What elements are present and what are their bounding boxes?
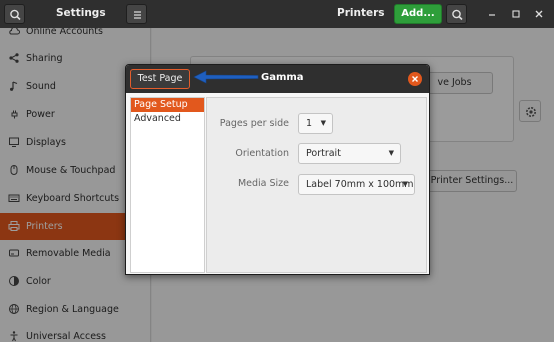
dialog-title: Gamma xyxy=(261,72,304,83)
chevron-down-icon: ▼ xyxy=(402,180,408,188)
test-page-button[interactable]: Test Page xyxy=(130,69,190,89)
printer-dialog: Test Page Gamma Page Setup Advanced Page… xyxy=(125,64,430,275)
close-window-button[interactable] xyxy=(531,6,547,22)
page-setup-panel: Pages per side 1 ▼ Orientation Portrait … xyxy=(206,97,427,273)
pages-per-side-value: 1 xyxy=(306,118,313,129)
menu-button[interactable] xyxy=(126,4,147,24)
search-icon xyxy=(10,9,21,21)
chevron-down-icon: ▼ xyxy=(320,119,326,127)
close-icon xyxy=(535,10,543,18)
nav-item-page-setup[interactable]: Page Setup xyxy=(131,98,204,112)
minimize-icon xyxy=(489,14,495,16)
maximize-button[interactable] xyxy=(508,6,524,22)
pages-per-side-select[interactable]: 1 ▼ xyxy=(298,113,333,134)
dialog-close-button[interactable] xyxy=(408,72,422,86)
dialog-header: Test Page Gamma xyxy=(126,65,429,93)
maximize-icon xyxy=(512,10,520,18)
search-icon xyxy=(452,9,463,21)
printers-title: Printers xyxy=(337,7,385,19)
media-size-value: Label 70mm x 100mm xyxy=(306,179,414,190)
dialog-nav: Page Setup Advanced xyxy=(130,97,205,273)
media-size-select[interactable]: Label 70mm x 100mm ▼ xyxy=(298,174,415,195)
printer-search-button[interactable] xyxy=(446,4,467,24)
add-printer-button[interactable]: Add... xyxy=(394,4,442,24)
settings-title: Settings xyxy=(56,7,106,19)
minimize-button[interactable] xyxy=(484,6,500,22)
orientation-select[interactable]: Portrait ▼ xyxy=(298,143,401,164)
annotation-arrow xyxy=(193,70,259,84)
close-icon xyxy=(412,76,418,82)
hamburger-menu-icon xyxy=(134,11,141,19)
orientation-value: Portrait xyxy=(306,148,341,159)
media-size-label: Media Size xyxy=(237,178,289,189)
pages-per-side-label: Pages per side xyxy=(219,118,289,129)
orientation-label: Orientation xyxy=(235,148,289,159)
nav-item-advanced[interactable]: Advanced xyxy=(131,112,204,126)
dialog-body: Page Setup Advanced Pages per side 1 ▼ O… xyxy=(126,93,429,274)
settings-search-button[interactable] xyxy=(4,4,25,24)
header-bar: Settings Printers Add... xyxy=(0,0,554,28)
chevron-down-icon: ▼ xyxy=(388,149,394,157)
